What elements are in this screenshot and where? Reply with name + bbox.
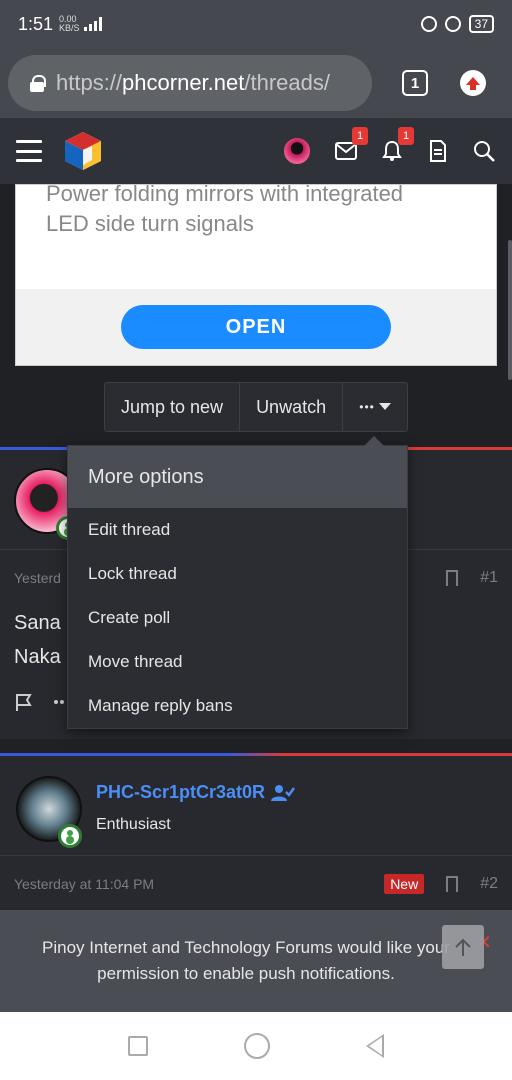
status-time: 1:51 (18, 13, 54, 34)
site-header: 1 1 (0, 118, 512, 184)
push-text-line: Pinoy Internet and Technology Forums wou… (42, 938, 450, 957)
push-notification-banner[interactable]: Pinoy Internet and Technology Forums wou… (0, 910, 512, 1012)
menu-icon[interactable] (16, 140, 42, 162)
unwatch-button[interactable]: Unwatch (240, 383, 344, 431)
menu-item-create-poll[interactable]: Create poll (68, 596, 407, 640)
more-options-button[interactable]: ••• (343, 383, 407, 431)
post-number[interactable]: #2 (480, 875, 498, 893)
url-path: /threads/ (244, 70, 330, 95)
whats-new-button[interactable] (426, 139, 450, 163)
post-actions (14, 692, 68, 712)
site-logo[interactable] (62, 130, 104, 172)
scroll-to-top-button[interactable] (442, 925, 484, 969)
update-icon[interactable] (460, 70, 486, 96)
system-navigation-bar (0, 1012, 512, 1080)
post-time[interactable]: Yesterday at 11:04 PM (14, 876, 154, 892)
menu-title: More options (68, 446, 407, 508)
tab-switcher-button[interactable]: 1 (402, 70, 428, 96)
jump-to-new-button[interactable]: Jump to new (105, 383, 241, 431)
search-button[interactable] (472, 139, 496, 163)
post-time[interactable]: Yesterd (14, 570, 61, 586)
bookmark-icon[interactable] (446, 876, 459, 896)
menu-pointer (364, 436, 384, 446)
username-text: PHC-Scr1ptCr3at0R (96, 782, 266, 802)
ad-text-line: LED side turn signals (46, 211, 254, 236)
post-meta: Yesterday at 11:04 PM New #2 (0, 856, 512, 912)
menu-item-manage-reply-bans[interactable]: Manage reply bans (68, 684, 407, 728)
search-icon (474, 141, 495, 162)
poster-username[interactable]: PHC-Scr1ptCr3at0R (96, 782, 296, 803)
messages-button[interactable]: 1 (334, 127, 368, 163)
more-actions-icon[interactable] (54, 699, 68, 705)
post-2: PHC-Scr1ptCr3at0R Enthusiast Yesterday a… (0, 753, 512, 913)
menu-item-move-thread[interactable]: Move thread (68, 640, 407, 684)
report-flag-icon[interactable] (14, 692, 34, 712)
push-text-line: permission to enable push notifications. (97, 964, 395, 983)
scrollbar[interactable] (508, 240, 512, 380)
ad-text-line: Power folding mirrors with integrated (46, 181, 404, 206)
verified-user-icon (271, 784, 296, 801)
home-icon[interactable] (244, 1033, 270, 1059)
messages-badge: 1 (352, 127, 368, 145)
data-saver-icon (420, 16, 437, 32)
recents-icon[interactable] (128, 1036, 148, 1056)
status-bar: 1:51 0.00 KB/S 37 (0, 0, 512, 48)
url-host: phcorner.net (122, 70, 245, 95)
alerts-button[interactable]: 1 (380, 127, 414, 163)
arrow-up-icon (455, 938, 471, 956)
advertisement: Power folding mirrors with integrated LE… (15, 181, 497, 366)
lock-icon (30, 75, 46, 92)
ad-open-button[interactable]: OPEN (121, 305, 391, 349)
network-speed-unit: KB/S (59, 23, 80, 33)
more-options-menu: More options Edit thread Lock thread Cre… (67, 436, 408, 729)
back-icon[interactable] (366, 1034, 384, 1058)
url-scheme: https:// (56, 70, 123, 95)
alerts-badge: 1 (398, 127, 414, 145)
document-icon (430, 140, 446, 162)
browser-toolbar: https://phcorner.net/threads/ 1 (0, 48, 512, 118)
network-speed: 0.00 KB/S (59, 15, 80, 33)
post-number[interactable]: #1 (480, 569, 498, 587)
signal-icon (83, 17, 102, 31)
caret-down-icon (378, 403, 391, 410)
post-user-row: PHC-Scr1ptCr3at0R Enthusiast (0, 756, 512, 856)
menu-item-edit-thread[interactable]: Edit thread (68, 508, 407, 552)
url-bar[interactable]: https://phcorner.net/threads/ (8, 55, 372, 111)
menu-item-lock-thread[interactable]: Lock thread (68, 552, 407, 596)
user-avatar[interactable] (282, 136, 312, 166)
poster-title: Enthusiast (96, 816, 171, 833)
battery-icon: 37 (468, 15, 494, 33)
online-status-icon (58, 824, 82, 848)
thread-action-bar: Jump to new Unwatch ••• (104, 382, 409, 432)
location-icon (444, 16, 461, 32)
ad-text: Power folding mirrors with integrated LE… (16, 179, 496, 239)
new-badge: New (384, 874, 425, 894)
bookmark-icon[interactable] (446, 570, 459, 590)
more-dots-icon: ••• (359, 400, 375, 414)
